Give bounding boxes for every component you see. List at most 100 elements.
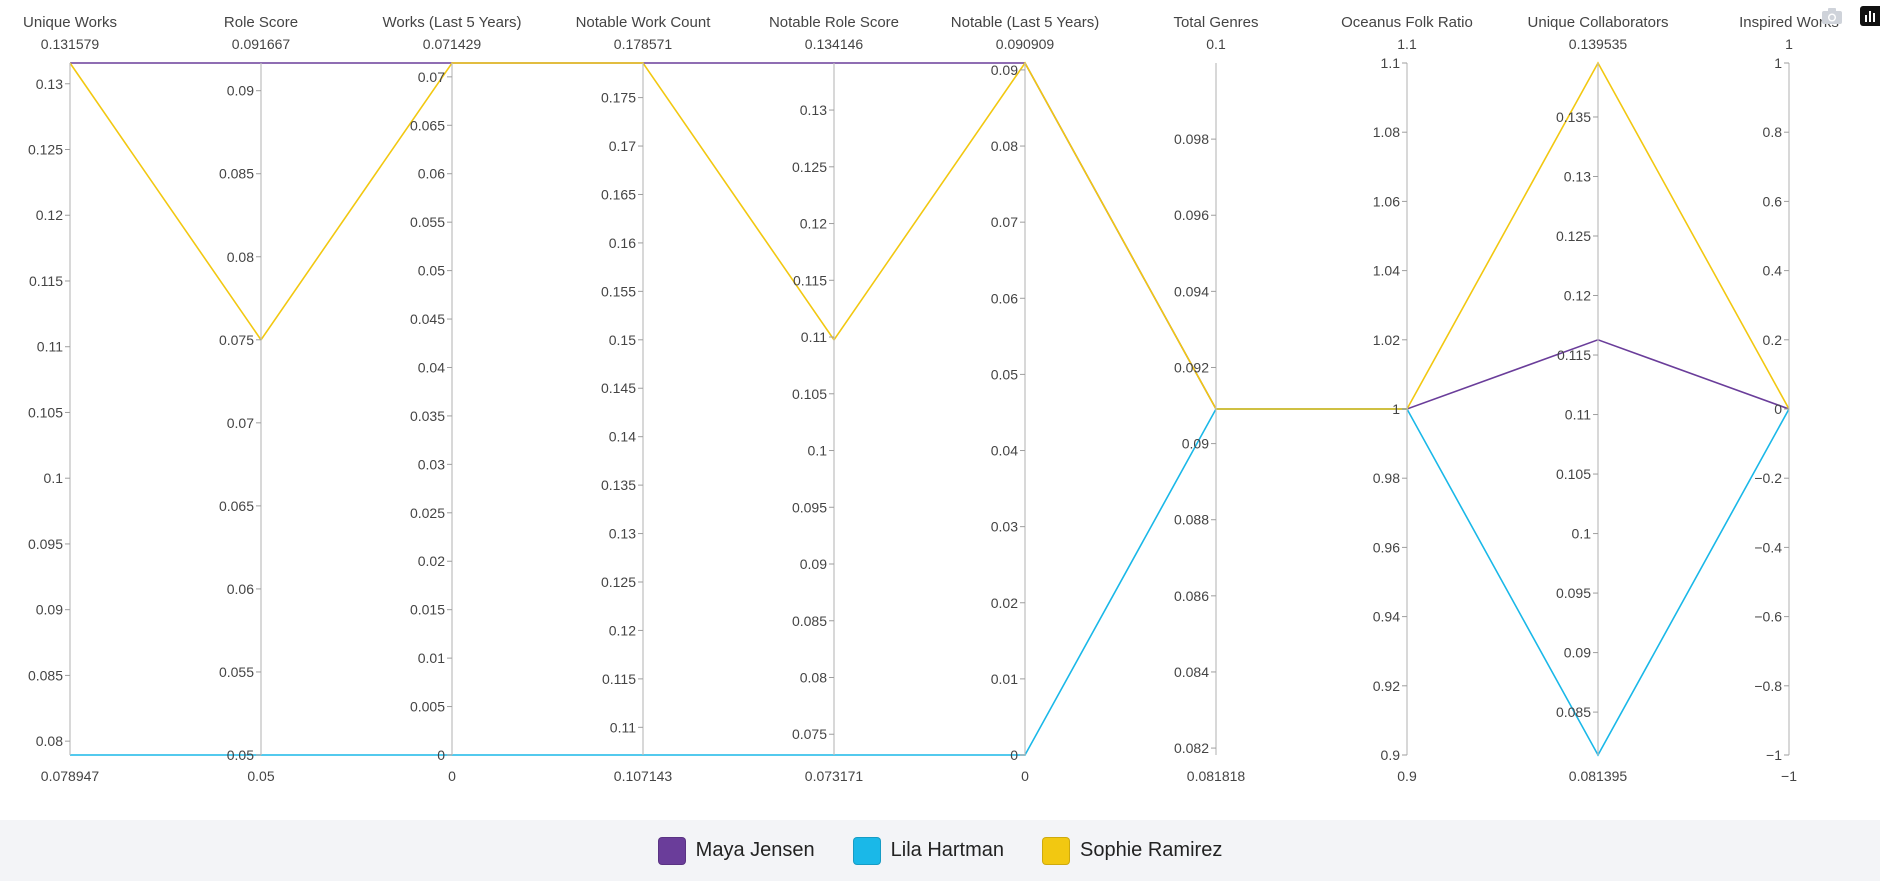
tick-label: 0.045 <box>410 311 445 327</box>
axis-max-label: 0.091667 <box>232 36 291 52</box>
series-line-sophie-ramirez <box>69 61 1790 410</box>
tick-label: 0.098 <box>1174 131 1209 147</box>
axis-min-label: 0.081818 <box>1187 768 1246 784</box>
camera-icon[interactable] <box>1820 6 1844 26</box>
tick-label: 0.13 <box>36 76 63 92</box>
axis-notable-last-5-years: Notable (Last 5 Years) 0.090909 0 0.09 0.08 0… <box>951 14 1099 784</box>
series-line-maya-jensen <box>70 62 1790 410</box>
legend-label: Sophie Ramirez <box>1080 839 1223 861</box>
tick-label: 0.09 <box>1182 436 1209 452</box>
tick-label: 0.065 <box>219 498 254 514</box>
tick-label: 0.01 <box>418 650 445 666</box>
tick-label: 0.09 <box>1564 645 1591 661</box>
tick-label: 0 <box>1010 747 1018 763</box>
axis-min-label: 0 <box>448 768 456 784</box>
tick-label: 0 <box>1774 401 1782 417</box>
tick-label: 0.082 <box>1174 740 1209 756</box>
axis-title: Total Genres <box>1173 14 1258 31</box>
axis-min-label: −1 <box>1781 768 1797 784</box>
legend-swatch <box>657 836 686 865</box>
tick-label: 0.4 <box>1763 263 1783 279</box>
tick-label: 0.05 <box>418 263 445 279</box>
axis-max-label: 1.1 <box>1397 36 1417 52</box>
tick-label: 0.075 <box>792 726 827 742</box>
tick-label: 0.04 <box>991 443 1018 459</box>
tick-label: 0.125 <box>792 159 827 175</box>
tick-label: 0.1 <box>1572 526 1592 542</box>
legend-item-lila-hartman[interactable]: Lila Hartman <box>852 836 1004 865</box>
tick-label: 0.105 <box>792 386 827 402</box>
legend-swatch <box>852 836 881 865</box>
tick-label: −0.8 <box>1754 678 1782 694</box>
tick-label: 0.095 <box>1556 585 1591 601</box>
tick-label: −0.6 <box>1754 609 1782 625</box>
axis-unique-collaborators: Unique Collaborators 0.139535 0.081395 0.13… <box>1528 14 1669 784</box>
legend-swatch <box>1042 836 1071 865</box>
tick-label: 0.13 <box>609 526 636 542</box>
tick-label: 0.088 <box>1174 512 1209 528</box>
tick-label: 0.094 <box>1174 283 1209 299</box>
tick-label: 0.05 <box>991 366 1018 382</box>
axis-unique-works: Unique Works 0.131579 0.078947 0.13 0.125 0.1… <box>23 14 117 784</box>
tick-label: 0.05 <box>227 747 254 763</box>
tick-label: 0.095 <box>792 499 827 515</box>
tick-label: 0.13 <box>1564 168 1591 184</box>
legend: Maya Jensen Lila Hartman Sophie Ramirez <box>0 820 1880 881</box>
tick-label: 0.17 <box>609 138 636 154</box>
tick-label: 0.07 <box>418 69 445 85</box>
axis-min-label: 0.05 <box>247 768 274 784</box>
tick-label: 0.115 <box>1557 347 1591 363</box>
tick-label: −0.2 <box>1754 470 1782 486</box>
tick-label: 0.085 <box>219 166 254 182</box>
tick-label: 0.11 <box>610 719 636 735</box>
tick-label: 0.105 <box>28 404 63 420</box>
tick-label: 0.005 <box>410 699 445 715</box>
series-lines <box>69 61 1790 757</box>
tick-label: 0.09 <box>800 556 827 572</box>
tick-label: −1 <box>1766 747 1782 763</box>
tick-label: 0.04 <box>418 359 445 375</box>
tick-label: 0.084 <box>1174 664 1209 680</box>
tick-label: 0.145 <box>601 380 636 396</box>
tick-label: 0.08 <box>800 669 827 685</box>
tick-label: 0.12 <box>36 207 63 223</box>
axis-oceanus-folk-ratio: Oceanus Folk Ratio 1.1 0.9 1.1 1.08 1.06 1.04 1… <box>1341 14 1473 784</box>
axis-role-score: Role Score 0.091667 0.05 0.09 0.085 0.08 0.075… <box>219 14 298 784</box>
tick-label: 0.11 <box>37 339 63 355</box>
tick-label: 0.065 <box>410 117 445 133</box>
tick-label: 0.8 <box>1763 124 1783 140</box>
parallel-coordinates-chart: Unique Works 0.131579 0.078947 0.13 0.125 0.1… <box>0 0 1880 820</box>
axis-works-last-5-years: Works (Last 5 Years) 0.071429 0 0.07 0.065 0.… <box>383 14 522 784</box>
legend-item-maya-jensen[interactable]: Maya Jensen <box>657 836 815 865</box>
tick-label: 1 <box>1392 401 1400 417</box>
axis-max-label: 0.071429 <box>423 36 482 52</box>
tick-label: 0.07 <box>227 415 254 431</box>
axis-min-label: 0.081395 <box>1569 768 1628 784</box>
tick-label: 0.015 <box>410 602 445 618</box>
tick-label: 0.07 <box>991 214 1018 230</box>
tick-label: 0.135 <box>601 477 636 493</box>
legend-item-sophie-ramirez[interactable]: Sophie Ramirez <box>1042 836 1223 865</box>
tick-label: 0.1 <box>44 470 64 486</box>
tick-label: 0.115 <box>602 671 636 687</box>
tick-label: 0.1 <box>808 443 828 459</box>
axis-max-label: 1 <box>1785 36 1793 52</box>
tick-label: 0.09 <box>991 62 1018 78</box>
tick-label: 0.06 <box>418 166 445 182</box>
tick-label: 0.9 <box>1381 747 1401 763</box>
tick-label: 0.165 <box>601 186 636 202</box>
axis-max-label: 0.131579 <box>41 36 100 52</box>
tick-label: 0.15 <box>609 332 636 348</box>
tick-label: 0.115 <box>793 272 827 288</box>
axis-max-label: 0.1 <box>1206 36 1226 52</box>
axis-max-label: 0.178571 <box>614 36 673 52</box>
tick-label: 0.085 <box>1556 704 1591 720</box>
axis-title: Works (Last 5 Years) <box>383 14 522 31</box>
axis-max-label: 0.134146 <box>805 36 864 52</box>
axis-title: Role Score <box>224 14 298 31</box>
bar-chart-icon[interactable] <box>1860 6 1880 26</box>
tick-label: 0.06 <box>227 581 254 597</box>
tick-label: 0.16 <box>609 235 636 251</box>
tick-label: 0.096 <box>1174 207 1209 223</box>
tick-label: 0.6 <box>1763 193 1783 209</box>
